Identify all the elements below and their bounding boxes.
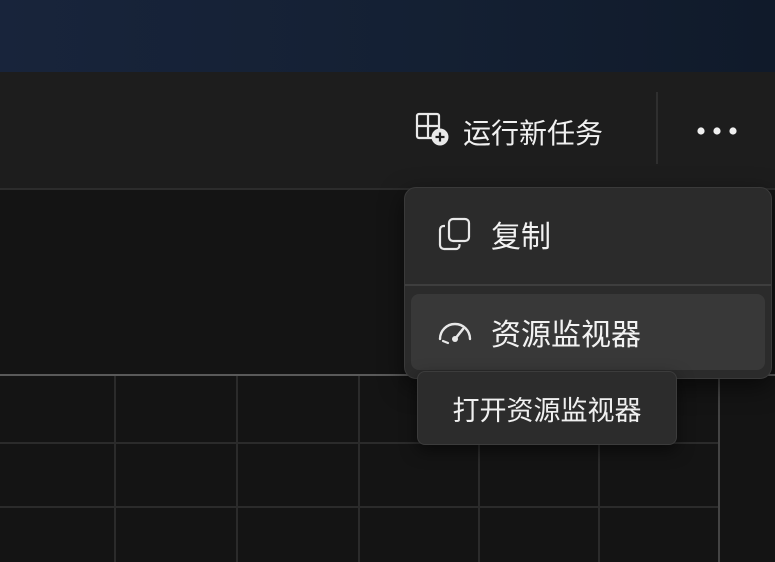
toolbar-divider: [656, 92, 658, 164]
copy-icon: [431, 216, 479, 252]
tooltip: 打开资源监视器: [417, 371, 677, 445]
menu-separator: [405, 284, 771, 286]
desktop-background-strip: [0, 0, 775, 72]
menu-item-resource-monitor-label: 资源监视器: [491, 318, 641, 353]
grid-line: [0, 506, 718, 508]
run-new-task-button[interactable]: 运行新任务: [403, 104, 615, 160]
gauge-icon: [431, 317, 479, 347]
menu-item-copy-label: 复制: [491, 220, 551, 255]
grid-line: [114, 376, 116, 562]
menu-item-resource-monitor[interactable]: 资源监视器: [411, 294, 765, 370]
tooltip-text: 打开资源监视器: [452, 395, 642, 427]
grid-line: [358, 376, 360, 562]
more-options-button[interactable]: [692, 110, 742, 150]
more-horizontal-icon: [695, 121, 739, 140]
run-new-task-label: 运行新任务: [463, 117, 604, 150]
task-manager-toolbar: [0, 72, 775, 188]
add-window-icon: [415, 112, 451, 152]
more-options-menu: 复制 资源监视器: [404, 187, 772, 379]
menu-item-copy[interactable]: 复制: [411, 196, 765, 272]
grid-line: [236, 376, 238, 562]
